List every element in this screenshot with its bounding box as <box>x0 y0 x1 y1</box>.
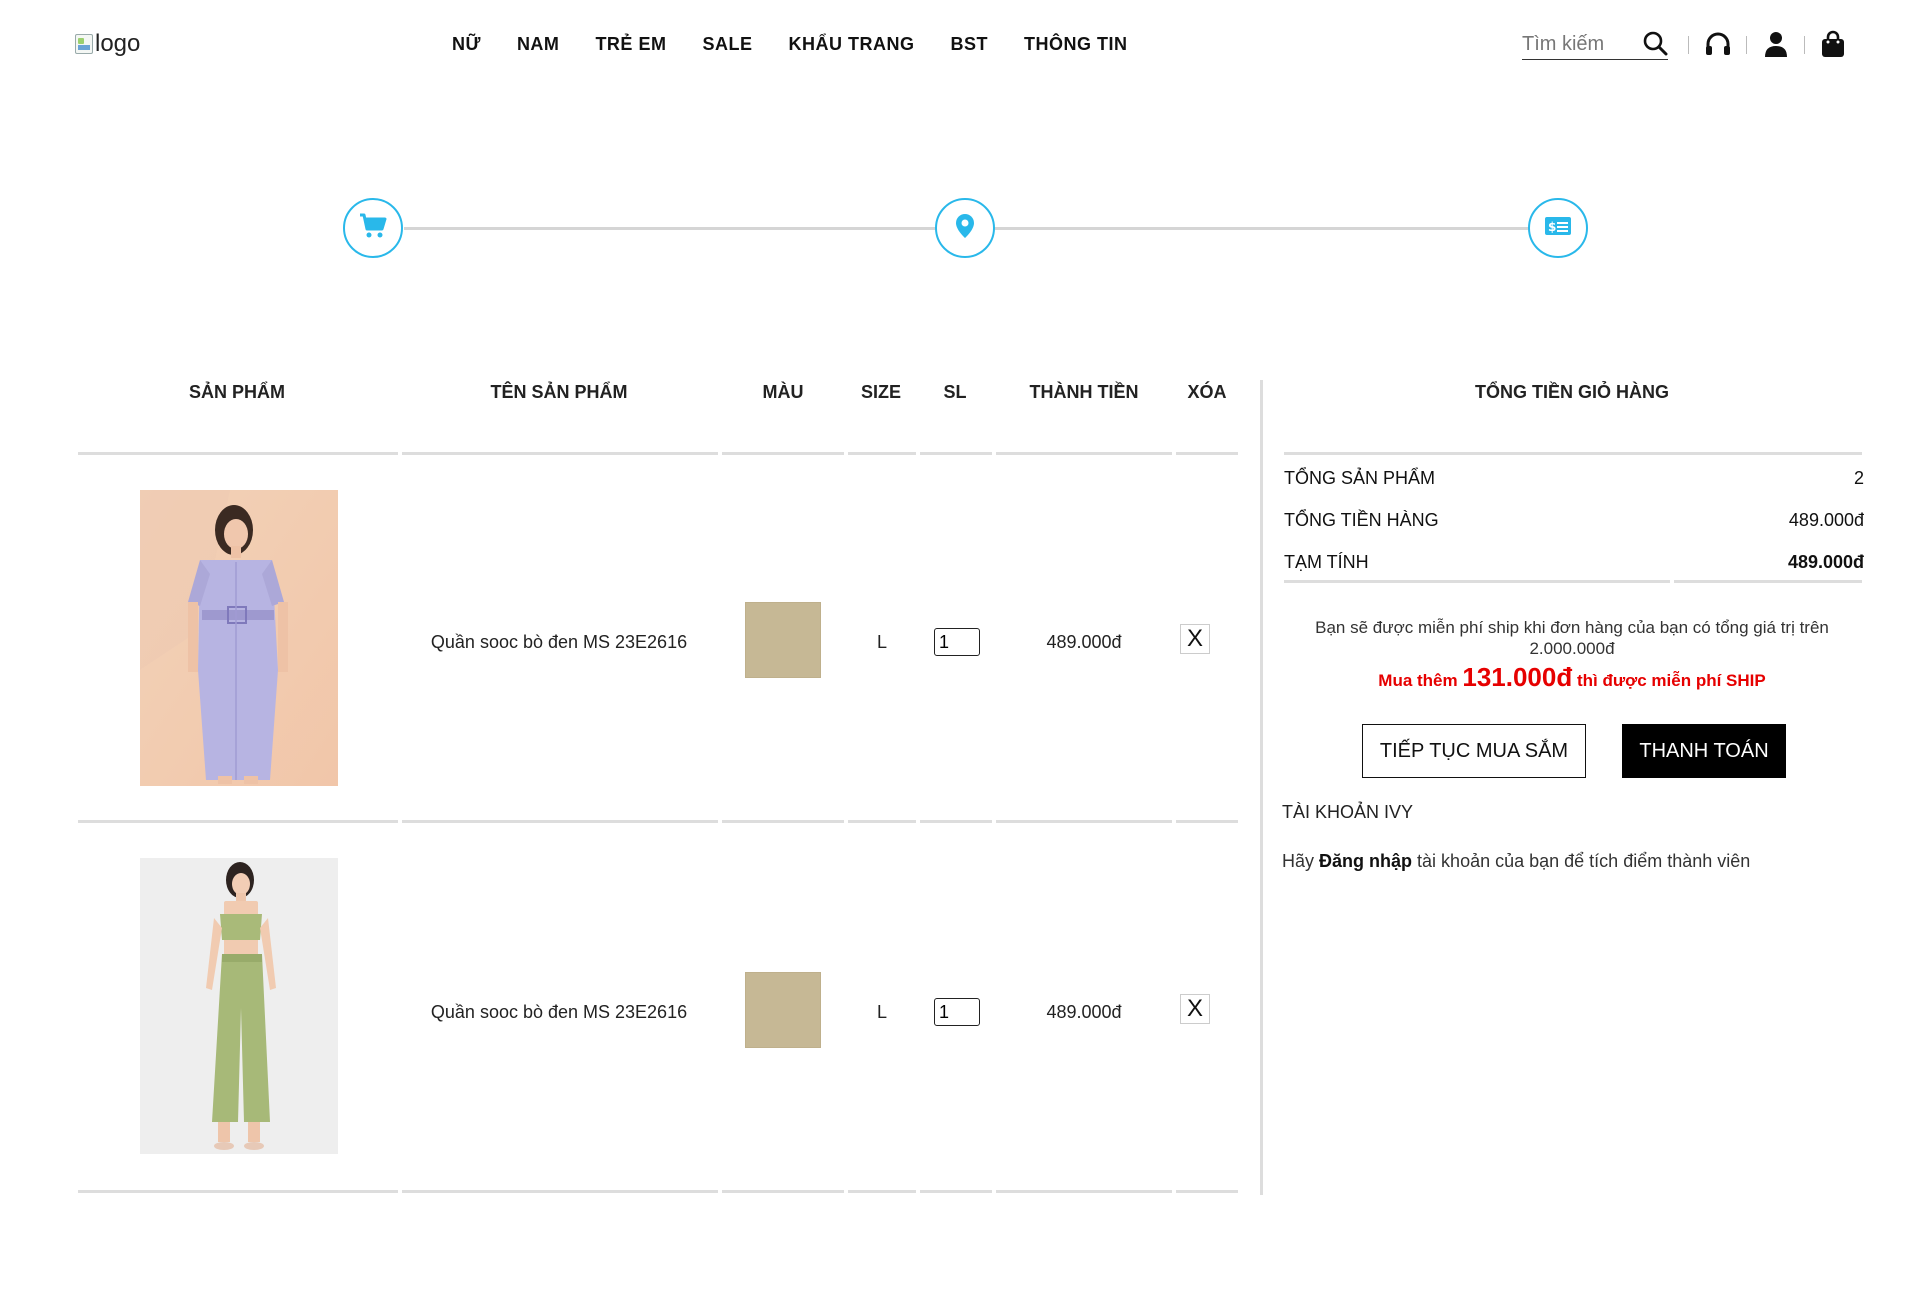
free-ship-promo: Mua thêm 131.000đ thì được miễn phí SHIP <box>1282 662 1862 693</box>
cart-icon <box>359 213 387 244</box>
step-cart[interactable] <box>343 198 403 258</box>
nav-item-nam[interactable]: NAM <box>517 34 560 55</box>
continue-shopping-button[interactable]: TIẾP TỤC MUA SẮM <box>1362 724 1586 778</box>
free-ship-note: Bạn sẽ được miễn phí ship khi đơn hàng c… <box>1315 618 1829 658</box>
nav-item-tre-em[interactable]: TRẺ EM <box>595 34 666 55</box>
nav-item-bst[interactable]: BST <box>950 34 988 55</box>
user-icon[interactable] <box>1762 30 1790 63</box>
divider <box>402 820 718 823</box>
summary-label: TẠM TÍNH <box>1284 552 1369 572</box>
nav-item-thong-tin[interactable]: THÔNG TIN <box>1024 34 1128 55</box>
divider <box>1284 580 1670 583</box>
col-header-product-name: TÊN SẢN PHẨM <box>490 382 628 402</box>
summary-row-item-count: TỔNG SẢN PHẨM 2 <box>1284 468 1864 489</box>
col-header-product: SẢN PHẨM <box>188 382 285 402</box>
divider <box>78 452 398 455</box>
nav-item-sale[interactable]: SALE <box>702 34 752 55</box>
divider <box>848 1190 916 1193</box>
divider <box>722 452 844 455</box>
shopping-bag-icon[interactable] <box>1820 30 1846 63</box>
divider <box>1176 1190 1238 1193</box>
divider <box>848 452 916 455</box>
checkout-steps: $ <box>0 196 1920 260</box>
account-title: TÀI KHOẢN IVY <box>1282 802 1414 822</box>
summary-value: 489.000đ <box>1788 510 1864 530</box>
search-box <box>1522 30 1668 60</box>
headset-icon[interactable] <box>1704 30 1732 63</box>
divider <box>1746 36 1747 54</box>
col-header-size: SIZE <box>860 382 901 402</box>
divider <box>402 452 718 455</box>
quantity-input[interactable] <box>934 628 980 656</box>
divider <box>722 820 844 823</box>
summary-label: TỔNG TIỀN HÀNG <box>1284 510 1439 530</box>
divider <box>78 820 398 823</box>
product-name[interactable]: Quần sooc bò đen MS 23E2616 <box>400 632 718 653</box>
divider <box>78 1190 398 1193</box>
quantity-input[interactable] <box>934 998 980 1026</box>
product-image[interactable] <box>140 858 338 1154</box>
divider <box>996 452 1172 455</box>
step-payment[interactable]: $ <box>1528 198 1588 258</box>
remove-item-button[interactable]: X <box>1180 994 1210 1024</box>
column-divider <box>1260 380 1263 1195</box>
divider <box>1176 820 1238 823</box>
login-prompt: Hãy Đăng nhập tài khoản của bạn để tích … <box>1282 851 1750 872</box>
payment-card-icon: $ <box>1544 216 1572 241</box>
divider <box>920 1190 992 1193</box>
promo-prefix: Mua thêm <box>1378 671 1458 690</box>
summary-row-subtotal: TỔNG TIỀN HÀNG 489.000đ <box>1284 510 1864 531</box>
logo-alt-text: logo <box>95 30 141 57</box>
nav-item-nu[interactable]: NỮ <box>452 34 481 55</box>
main-nav: NỮ NAM TRẺ EM SALE KHẨU TRANG BST THÔNG … <box>452 34 1163 55</box>
color-swatch <box>745 972 821 1048</box>
remove-item-button[interactable]: X <box>1180 624 1210 654</box>
login-prompt-prefix: Hãy <box>1282 851 1315 871</box>
promo-suffix: thì được miễn phí SHIP <box>1576 671 1766 690</box>
summary-row-estimate: TẠM TÍNH 489.000đ <box>1284 552 1864 573</box>
svg-text:$: $ <box>1548 220 1556 234</box>
divider <box>848 820 916 823</box>
divider <box>1674 580 1862 583</box>
divider <box>1688 36 1689 54</box>
divider <box>1804 36 1805 54</box>
search-icon[interactable] <box>1642 30 1668 61</box>
product-size: L <box>876 632 887 652</box>
broken-image-icon <box>75 34 93 54</box>
col-header-total: THÀNH TIỀN <box>1029 382 1139 402</box>
divider <box>722 1190 844 1193</box>
summary-value: 2 <box>1853 468 1864 488</box>
product-size: L <box>876 1002 887 1022</box>
summary-value: 489.000đ <box>1787 552 1864 572</box>
divider <box>920 452 992 455</box>
color-swatch <box>745 602 821 678</box>
logo[interactable]: logo <box>75 30 140 58</box>
col-header-remove: XÓA <box>1187 382 1227 402</box>
search-input[interactable] <box>1522 30 1632 58</box>
line-total: 489.000đ <box>1046 632 1122 652</box>
summary-label: TỔNG SẢN PHẨM <box>1284 468 1436 488</box>
site-header: logo NỮ NAM TRẺ EM SALE KHẨU TRANG BST T… <box>0 0 1920 92</box>
location-pin-icon <box>955 213 975 244</box>
line-total: 489.000đ <box>1046 1002 1122 1022</box>
col-header-qty: SL <box>943 382 967 402</box>
divider <box>1284 452 1862 455</box>
divider <box>402 1190 718 1193</box>
login-link[interactable]: Đăng nhập <box>1319 851 1412 871</box>
col-header-color: MÀU <box>762 382 804 402</box>
divider <box>920 820 992 823</box>
nav-item-khau-trang[interactable]: KHẨU TRANG <box>788 34 914 55</box>
product-name[interactable]: Quần sooc bò đen MS 23E2616 <box>400 1002 718 1023</box>
step-address[interactable] <box>935 198 995 258</box>
summary-title: TỔNG TIỀN GIỎ HÀNG <box>1474 382 1669 402</box>
product-image[interactable] <box>140 490 338 786</box>
promo-amount: 131.000đ <box>1462 662 1573 692</box>
divider <box>996 1190 1172 1193</box>
divider <box>996 820 1172 823</box>
divider <box>1176 452 1238 455</box>
login-prompt-suffix: tài khoản của bạn để tích điểm thành viê… <box>1417 851 1751 871</box>
checkout-button[interactable]: THANH TOÁN <box>1622 724 1786 778</box>
